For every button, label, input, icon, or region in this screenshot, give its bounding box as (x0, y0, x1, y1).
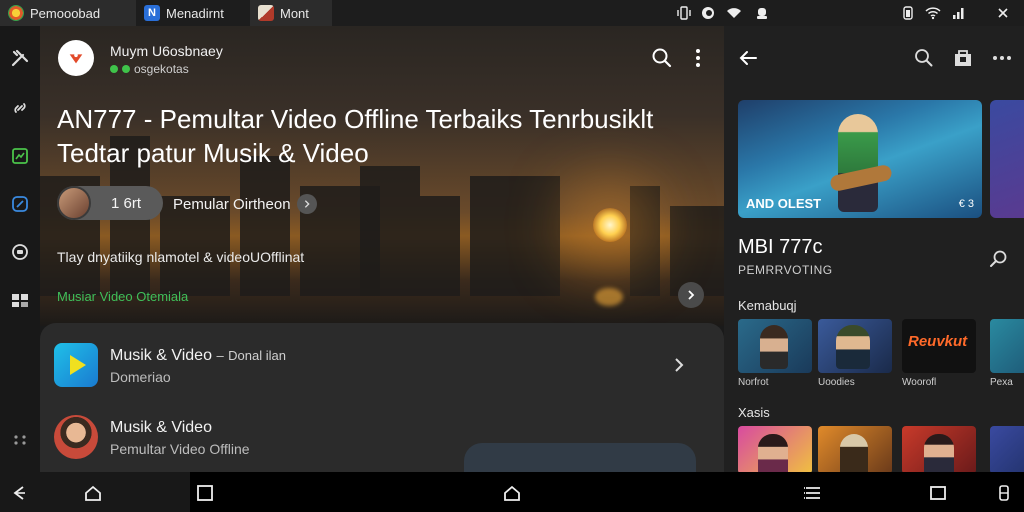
signal-icon (950, 4, 968, 22)
featured-banner[interactable]: AND OLEST € 3 (738, 100, 982, 218)
list-item-title: Musik & Video (110, 419, 212, 436)
title-line-2: Tedtar patur Musik & Video (57, 138, 369, 168)
thumbnail[interactable]: Reuvkut (902, 319, 976, 373)
search-icon[interactable] (650, 46, 674, 70)
view-count-pill[interactable]: 1 6rt (57, 186, 163, 220)
menu-icon[interactable] (802, 482, 824, 504)
news-icon[interactable] (6, 142, 34, 170)
home-icon[interactable] (82, 482, 104, 504)
chevron-right-icon (688, 290, 695, 300)
thumbnail-label: Woorofl (902, 377, 937, 388)
chevron-right-icon (296, 194, 317, 214)
compass-icon[interactable] (6, 190, 34, 218)
section-title: Kemabuqj (738, 298, 797, 313)
app-name: MBI 777c (738, 236, 823, 258)
hero-banner: Muym U6osbnaey osgekotas AN777 - Pemulta… (40, 26, 724, 326)
featured-banner-next[interactable] (990, 100, 1024, 218)
banner-figure (838, 114, 878, 212)
thumbnail[interactable] (990, 319, 1024, 373)
bottom-navigation-bar (0, 472, 1024, 512)
status-dot-icon (122, 65, 130, 73)
related-list: Musik & Video – Donal ilan Domeriao Musi… (40, 323, 724, 472)
thumbnail-label: Norfrot (738, 377, 769, 388)
status-dot-icon (110, 65, 118, 73)
top-tab-bar: Pemooobad N Menadirnt Mont (0, 0, 1024, 26)
circle-icon (699, 4, 717, 22)
tab-pemooobad[interactable]: Pemooobad (0, 0, 136, 26)
more-horiz-icon[interactable] (990, 46, 1014, 70)
app-subtitle: PEMRRVOTING (738, 263, 833, 277)
close-icon[interactable] (994, 4, 1012, 22)
left-rail (0, 26, 40, 472)
image-icon (258, 5, 274, 21)
title-line-1: AN777 - Pemultar Video Offline Terbaiks … (57, 104, 654, 134)
next-button[interactable] (678, 282, 704, 308)
recents-icon[interactable] (194, 482, 216, 504)
thumbnail[interactable] (738, 319, 812, 373)
record-icon[interactable] (6, 238, 34, 266)
video-description: Tlay dnyatiikg nlamotel & videoUOfflinat (57, 249, 305, 265)
app-n-icon: N (144, 5, 160, 21)
list-item-subtitle: Domeriao (110, 369, 171, 385)
vibrate-icon (675, 4, 693, 22)
channel-subtitle: osgekotas (110, 62, 189, 76)
view-count: 1 6rt (111, 194, 142, 212)
thumbnail-logo-text: Reuvkut (908, 333, 968, 350)
grid-dots-icon[interactable] (6, 426, 34, 454)
back-icon[interactable] (9, 482, 31, 504)
list-item[interactable]: Musik & Video Pemultar Video Offline (54, 413, 704, 463)
wifi-icon (725, 4, 743, 22)
tools-icon[interactable] (6, 44, 34, 72)
tab-label: Pemooobad (30, 5, 101, 21)
square-icon[interactable] (927, 482, 949, 504)
right-panel: AND OLEST € 3 MBI 777c PEMRRVOTING Kemab… (724, 26, 1024, 472)
search-icon[interactable] (988, 248, 1010, 270)
play-app-icon (54, 343, 98, 387)
channel-sub-text: osgekotas (134, 62, 189, 76)
battery-icon (899, 4, 917, 22)
banner-title: AND OLEST (746, 196, 822, 211)
tab-menadirnt[interactable]: N Menadirnt (136, 0, 250, 26)
link-icon[interactable] (6, 94, 34, 122)
channel-name[interactable]: Muym U6osbnaey (110, 43, 223, 59)
list-item-title: Musik & Video – Donal ilan (110, 347, 286, 364)
avatar (54, 415, 98, 459)
browser-icon (8, 5, 24, 21)
home-icon[interactable] (501, 482, 523, 504)
tab-label: Menadirnt (166, 5, 224, 21)
thumbnail[interactable] (902, 426, 976, 472)
store-icon[interactable] (951, 46, 975, 70)
wifi-icon (924, 4, 942, 22)
sun (593, 208, 627, 242)
section-title: Xasis (738, 405, 770, 420)
thumbnail-label: Pexa (990, 377, 1013, 388)
thumbnail[interactable] (818, 426, 892, 472)
thumbnail[interactable] (738, 426, 812, 472)
thumbnail[interactable] (818, 319, 892, 373)
uploader-name: Pemular Oirtheon (173, 195, 291, 213)
sun-reflection (595, 288, 623, 306)
uploader[interactable]: Pemular Oirtheon (173, 194, 317, 214)
battery-icon[interactable] (993, 482, 1015, 504)
alarm-icon (753, 4, 771, 22)
thumbnail-label: Uoodies (818, 377, 855, 388)
avatar (57, 186, 91, 220)
gallery-icon[interactable] (6, 286, 34, 314)
tab-mont[interactable]: Mont (250, 0, 332, 26)
list-item[interactable]: Musik & Video – Donal ilan Domeriao (54, 341, 704, 391)
video-title: AN777 - Pemultar Video Offline Terbaiks … (57, 102, 697, 170)
chevron-right-icon[interactable] (668, 354, 690, 376)
thumbnail[interactable] (990, 426, 1024, 472)
video-tags[interactable]: Musiar Video Otemiala (57, 289, 188, 304)
list-item-subtitle: Pemultar Video Offline (110, 441, 250, 457)
back-arrow-icon[interactable] (736, 46, 760, 70)
channel-avatar[interactable] (58, 40, 94, 76)
banner-badge: € 3 (958, 198, 974, 210)
tab-label: Mont (280, 5, 309, 21)
main-panel: Muym U6osbnaey osgekotas AN777 - Pemulta… (40, 26, 724, 472)
search-icon[interactable] (912, 46, 936, 70)
more-vert-icon[interactable] (686, 46, 710, 70)
